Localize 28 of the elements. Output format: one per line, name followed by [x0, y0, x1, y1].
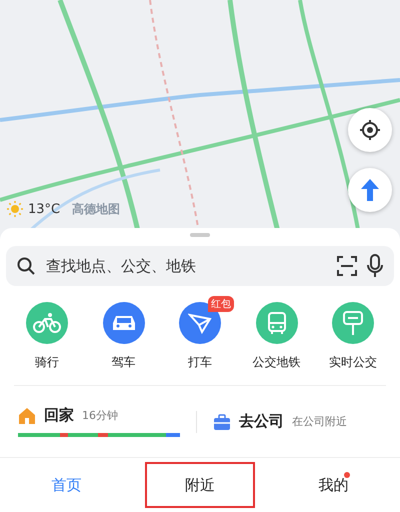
promo-badge: 红包 [208, 296, 234, 312]
briefcase-icon [213, 412, 231, 430]
shortcut-button[interactable]: 骑行 [26, 302, 68, 371]
tab[interactable]: 附近 [145, 462, 255, 508]
bus-stop-icon [341, 310, 365, 336]
search-bar[interactable]: 查找地点、公交、地铁 [6, 246, 394, 286]
tab[interactable]: 首页 [12, 462, 122, 508]
house-icon [18, 406, 36, 424]
shortcut-button[interactable]: 公交地铁 [252, 302, 300, 371]
search-field[interactable]: 查找地点、公交、地铁 [44, 256, 328, 276]
tab[interactable]: 我的 [278, 462, 388, 508]
sun-icon [6, 200, 24, 218]
microphone-icon[interactable] [366, 254, 384, 278]
commute-title[interactable]: 回家 [44, 406, 74, 425]
search-icon [16, 256, 36, 276]
commute-note: 在公司附近 [292, 414, 347, 429]
drag-handle[interactable] [190, 233, 210, 237]
bicycle-icon [33, 312, 61, 334]
arrow-icon [359, 178, 381, 202]
scan-icon[interactable] [336, 255, 358, 277]
commute-title[interactable]: 去公司 [239, 412, 284, 431]
map-logo: 高德地图 [72, 200, 120, 218]
locate-icon [359, 119, 381, 141]
temperature-label: 13°C [28, 202, 60, 216]
commute-note: 16分钟 [82, 408, 118, 423]
shortcut-button[interactable]: 驾车 [102, 302, 144, 371]
arrow-icon [188, 311, 212, 335]
shortcut-button[interactable]: 实时公交 [329, 302, 377, 371]
